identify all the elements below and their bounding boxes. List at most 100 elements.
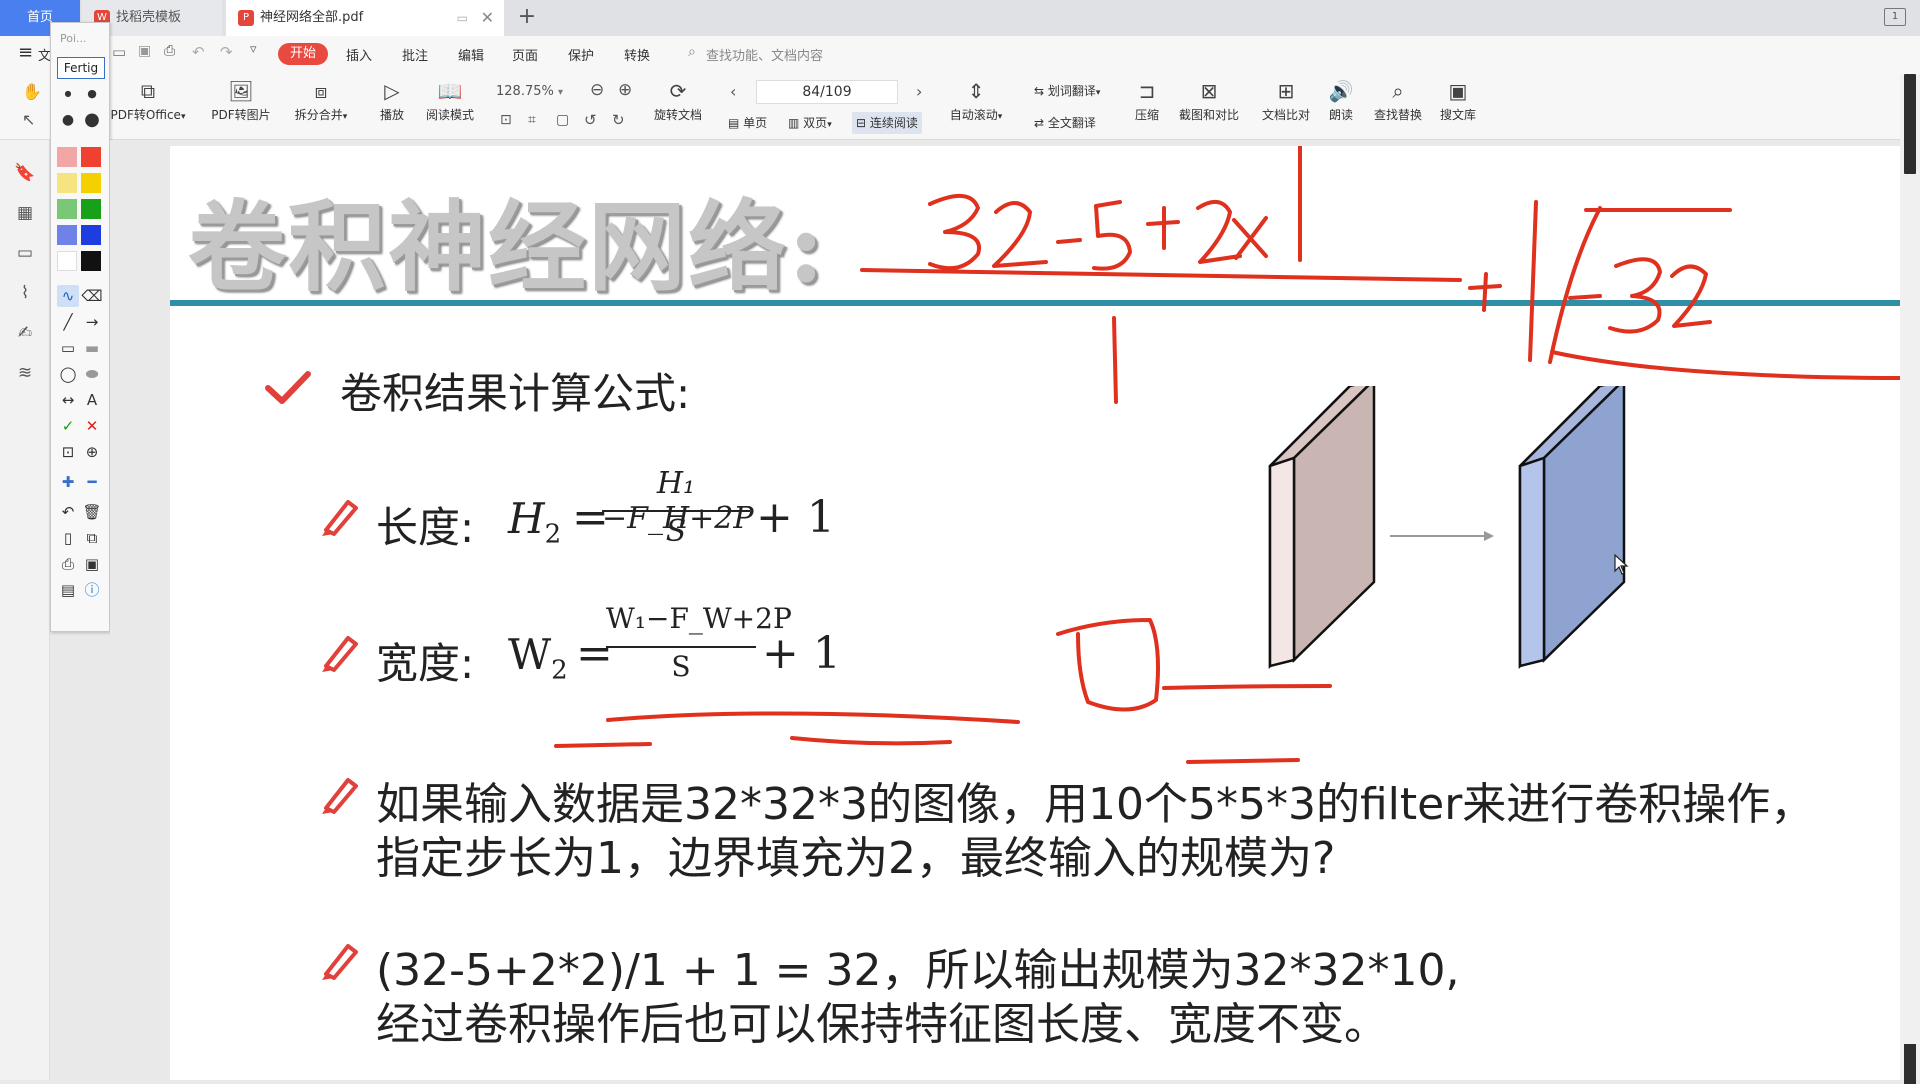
line-icon[interactable]: ╱ <box>57 311 79 333</box>
swatch-red[interactable] <box>81 147 101 167</box>
next-page-icon[interactable]: › <box>916 82 922 101</box>
font-name-field[interactable]: Poi... <box>57 29 105 49</box>
read-aloud-button[interactable]: 🔊 朗读 <box>1326 78 1356 123</box>
large-dot-icon[interactable]: ● <box>57 109 79 131</box>
copy-icon[interactable]: ⧉ <box>81 527 103 549</box>
search-input[interactable]: 查找功能、文档内容 <box>706 45 823 64</box>
filled-ellipse-icon[interactable]: ⬬ <box>81 363 103 385</box>
full-translate-button[interactable]: ⇄ 全文翻译 <box>1030 112 1100 134</box>
pdf-to-office-button[interactable]: ⧉ PDF转Office▾ <box>108 78 188 123</box>
continuous-read-button[interactable]: ⊟ 连续阅读 <box>852 112 922 134</box>
page-number-input[interactable]: 84/109 <box>756 80 898 104</box>
print-icon[interactable]: ⎙ <box>57 553 79 575</box>
pdf-to-image-button[interactable]: 🖼 PDF转图片 <box>206 78 276 123</box>
swatch-green[interactable] <box>81 199 101 219</box>
menu-insert[interactable]: 插入 <box>346 45 372 64</box>
window-layout-icon[interactable]: 1 <box>1884 8 1906 26</box>
scrollbar-thumb-top[interactable] <box>1904 74 1916 174</box>
single-page-button[interactable]: ▤ 单页 <box>724 112 771 134</box>
vertical-scrollbar[interactable] <box>1900 74 1920 1084</box>
find-replace-button[interactable]: ⌕ 查找替换 <box>1370 78 1426 123</box>
freehand-pen-icon[interactable]: ∿ <box>57 285 79 307</box>
crop-icon[interactable]: ⊡ <box>57 441 79 463</box>
fit-page-icon[interactable]: ⌗ <box>528 112 536 128</box>
search-library-button[interactable]: ▣ 搜文库 <box>1436 78 1480 123</box>
zoom-out-icon[interactable]: ⊖ <box>590 80 604 100</box>
popout-icon[interactable]: ▭ <box>457 0 468 36</box>
swatch-light-red[interactable] <box>57 147 77 167</box>
print-icon[interactable]: ⎙ <box>164 43 175 59</box>
doc-compare-button[interactable]: ⊞ 文档比对 <box>1256 78 1316 123</box>
scrollbar-thumb-bottom[interactable] <box>1904 1044 1916 1084</box>
hamburger-icon[interactable]: ≡ <box>18 42 33 63</box>
undo-icon[interactable]: ↶ <box>57 501 79 523</box>
thumbnail-icon[interactable]: ▦ <box>14 202 36 224</box>
undo-icon[interactable]: ↶ <box>192 43 205 61</box>
comment-icon[interactable]: ▭ <box>14 242 36 264</box>
text-tool-icon[interactable]: A <box>81 389 103 411</box>
actual-size-icon[interactable]: ▢ <box>556 112 569 128</box>
info-icon[interactable]: ⓘ <box>81 579 103 601</box>
swatch-light-yellow[interactable] <box>57 173 77 193</box>
save-icon[interactable]: ▣ <box>138 43 151 59</box>
zoom-in-icon[interactable]: ⊕ <box>618 80 632 100</box>
swatch-yellow[interactable] <box>81 173 101 193</box>
bookmark-icon[interactable]: 🔖 <box>14 162 36 184</box>
word-translate-button[interactable]: ⇆ 划词翻译▾ <box>1030 80 1104 102</box>
menu-page[interactable]: 页面 <box>512 45 538 64</box>
rotate-left-icon[interactable]: ↺ <box>584 111 597 129</box>
zoom-select[interactable]: 128.75% ▾ <box>496 81 576 103</box>
layers-icon[interactable]: ≋ <box>14 362 36 384</box>
menu-edit[interactable]: 编辑 <box>458 45 484 64</box>
rotate-right-icon[interactable]: ↻ <box>612 111 625 129</box>
filled-rectangle-icon[interactable]: ▬ <box>81 337 103 359</box>
attachment-icon[interactable]: ⌇ <box>14 282 36 304</box>
cross-mark-icon[interactable]: ✕ <box>81 415 103 437</box>
screenshot-compare-button[interactable]: ⊠ 截图和对比 <box>1172 78 1246 123</box>
auto-scroll-button[interactable]: ⇕ 自动滚动▾ <box>944 78 1008 123</box>
medium-dot-icon[interactable]: ● <box>81 83 103 105</box>
double-page-button[interactable]: ▥ 双页▾ <box>784 112 836 134</box>
swatch-white[interactable] <box>57 251 77 271</box>
swatch-light-green[interactable] <box>57 199 77 219</box>
magnify-icon[interactable]: ⊕ <box>81 441 103 463</box>
new-page-icon[interactable]: ▯ <box>57 527 79 549</box>
split-merge-button[interactable]: ⧈ 拆分合并▾ <box>288 78 354 123</box>
double-arrow-icon[interactable]: ↔ <box>57 389 79 411</box>
eraser-icon[interactable]: ⌫ <box>81 285 103 307</box>
arrow-icon[interactable]: → <box>81 311 103 333</box>
swatch-black[interactable] <box>81 251 101 271</box>
minus-icon[interactable]: ━ <box>81 471 103 493</box>
rotate-doc-button[interactable]: ⟳ 旋转文档 <box>650 78 706 123</box>
check-mark-icon[interactable]: ✓ <box>57 415 79 437</box>
close-icon[interactable]: ✕ <box>481 0 494 36</box>
read-mode-button[interactable]: 📖 阅读模式 <box>420 78 480 123</box>
hand-tool-icon[interactable]: ✋ <box>22 82 42 101</box>
compress-button[interactable]: ⊐ 压缩 <box>1132 78 1162 123</box>
small-dot-icon[interactable]: ● <box>57 83 79 105</box>
chevron-down-icon[interactable]: ▿ <box>250 42 257 57</box>
open-icon[interactable]: ▭ <box>112 43 126 61</box>
menu-annotate[interactable]: 批注 <box>402 45 428 64</box>
xlarge-dot-icon[interactable]: ● <box>81 109 103 131</box>
signature-icon[interactable]: ✍ <box>14 322 36 344</box>
plus-icon[interactable]: ✚ <box>57 471 79 493</box>
menu-start[interactable]: 开始 <box>278 43 328 65</box>
select-tool-icon[interactable]: ↖ <box>22 110 35 129</box>
prev-page-icon[interactable]: ‹ <box>730 82 736 101</box>
font-button[interactable]: Fertig <box>57 57 105 79</box>
menu-convert[interactable]: 转换 <box>624 45 650 64</box>
swatch-blue[interactable] <box>81 225 101 245</box>
play-button[interactable]: ▷ 播放 <box>374 78 410 123</box>
save-icon[interactable]: ▣ <box>81 553 103 575</box>
redo-icon[interactable]: ↷ <box>220 43 233 61</box>
ellipse-icon[interactable]: ◯ <box>57 363 79 385</box>
trash-icon[interactable]: 🗑 <box>81 501 103 523</box>
rectangle-icon[interactable]: ▭ <box>57 337 79 359</box>
menu-protect[interactable]: 保护 <box>568 45 594 64</box>
tab-document[interactable]: P 神经网络全部.pdf ▭ ✕ <box>226 0 504 36</box>
new-tab-button[interactable]: + <box>516 0 538 36</box>
fit-width-icon[interactable]: ⊡ <box>500 112 512 128</box>
screen-icon[interactable]: ▤ <box>57 579 79 601</box>
swatch-light-blue[interactable] <box>57 225 77 245</box>
